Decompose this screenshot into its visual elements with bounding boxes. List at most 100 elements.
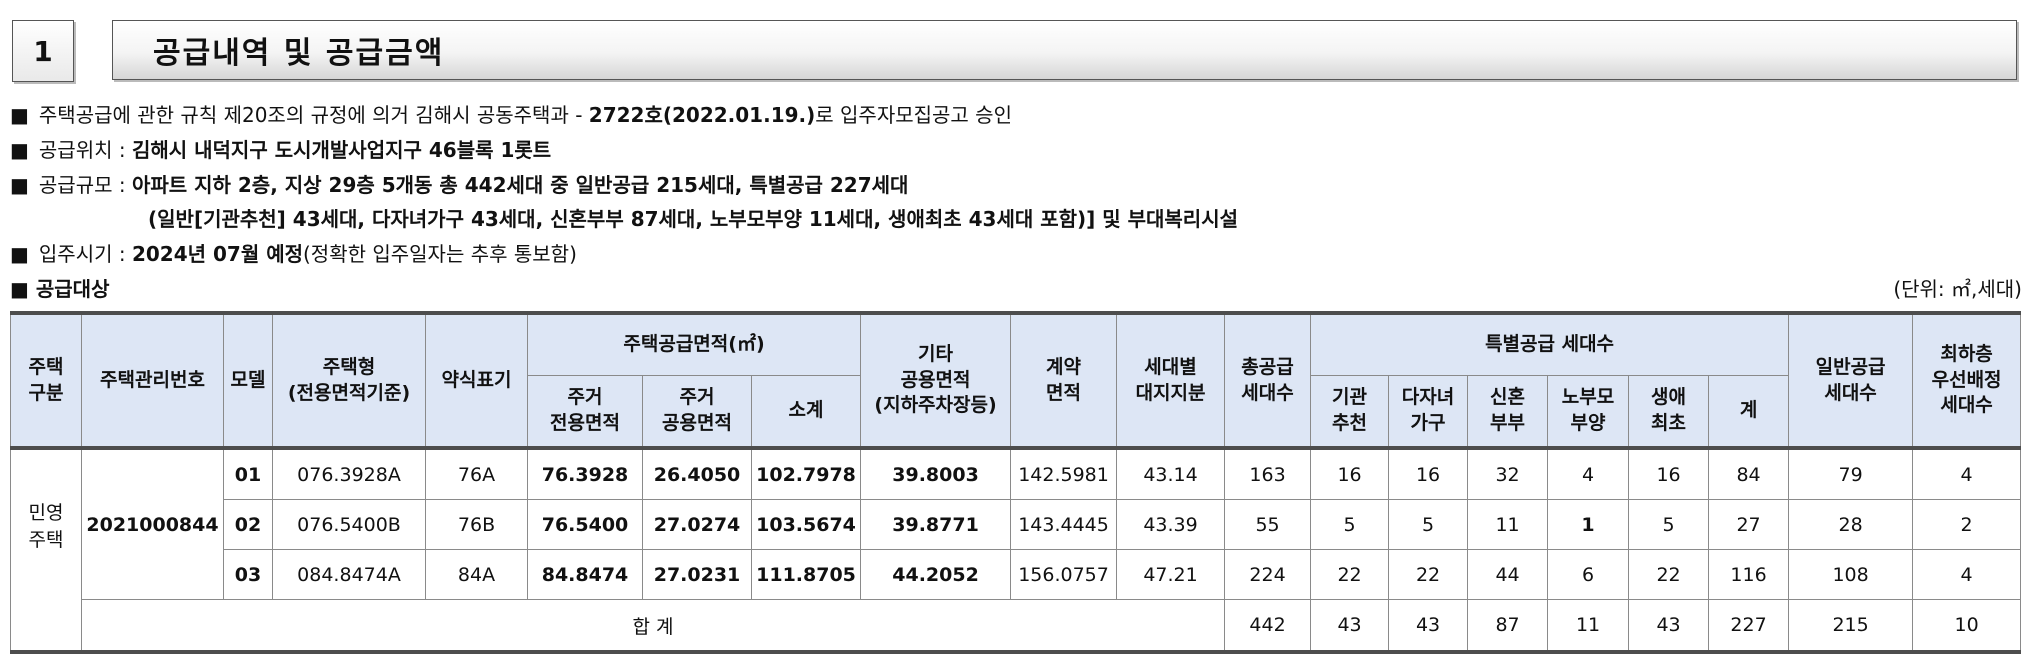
approval-suffix: 로 입주자모집공고 승인 bbox=[815, 103, 1012, 127]
general-cell: 108 bbox=[1788, 549, 1914, 600]
location-value: 김해시 내덕지구 도시개발사업지구 46블록 1롯트 bbox=[131, 138, 552, 162]
other-cell: 39.8003 bbox=[860, 447, 1012, 500]
section-header: 1 공급내역 및 공급금액 bbox=[12, 20, 2020, 82]
newlywed-cell: 32 bbox=[1467, 447, 1549, 500]
section-title: 공급내역 및 공급금액 bbox=[112, 20, 2017, 80]
excl-cell: 76.5400 bbox=[527, 499, 643, 550]
total-label: 합 계 bbox=[80, 599, 1226, 654]
total-newlywed-cell: 87 bbox=[1467, 599, 1549, 654]
col-header-area-group: 주택공급면적(㎡) bbox=[526, 311, 862, 376]
total-lowest-cell: 10 bbox=[1912, 599, 2022, 654]
col-header-land: 세대별 대지지분 bbox=[1116, 311, 1226, 450]
col-header-special-group: 특별공급 세대수 bbox=[1310, 311, 1790, 376]
contract-cell: 143.4445 bbox=[1010, 499, 1118, 550]
special-sum-cell: 84 bbox=[1708, 447, 1790, 500]
total-cell: 163 bbox=[1224, 447, 1312, 500]
scale-label: 공급규모 : bbox=[38, 173, 126, 197]
first-cell: 16 bbox=[1628, 447, 1710, 500]
col-header-excl-area: 주거 전용면적 bbox=[527, 375, 643, 450]
other-cell: 39.8771 bbox=[860, 499, 1012, 550]
header-row-1: 주택 구분 주택관리번호 모델 주택형 (전용면적기준) 약식표기 주택공급면적(㎡… bbox=[10, 311, 2022, 450]
total-elderly-cell: 11 bbox=[1547, 599, 1630, 654]
inst-cell: 5 bbox=[1310, 499, 1390, 550]
inst-cell: 16 bbox=[1310, 447, 1390, 500]
newlywed-cell: 11 bbox=[1467, 499, 1549, 550]
col-header-short: 약식표기 bbox=[425, 311, 528, 450]
land-cell: 43.14 bbox=[1116, 447, 1226, 500]
col-header-model: 모델 bbox=[223, 311, 273, 450]
general-cell: 28 bbox=[1788, 499, 1914, 550]
multi-cell: 22 bbox=[1388, 549, 1469, 600]
unit-label: (단위: ㎡,세대) bbox=[1893, 277, 2022, 301]
col-header-multi: 다자녀 가구 bbox=[1388, 375, 1469, 450]
subtotal-cell: 111.8705 bbox=[750, 549, 862, 600]
land-cell: 43.39 bbox=[1116, 499, 1226, 550]
total-first-cell: 43 bbox=[1628, 599, 1710, 654]
house-type-cell: 076.3928A bbox=[272, 447, 426, 500]
col-header-special-sum: 계 bbox=[1708, 375, 1790, 450]
col-header-mgmt-no: 주택관리번호 bbox=[81, 311, 224, 450]
lowest-cell: 4 bbox=[1912, 447, 2022, 500]
approval-number: 2722호(2022.01.19.) bbox=[588, 103, 816, 127]
subtotal-cell: 103.5674 bbox=[750, 499, 862, 550]
model-cell: 01 bbox=[223, 447, 273, 500]
other-cell: 44.2052 bbox=[860, 549, 1012, 600]
total-multi-cell: 43 bbox=[1388, 599, 1469, 654]
lowest-cell: 4 bbox=[1912, 549, 2022, 600]
total-inst-cell: 43 bbox=[1310, 599, 1390, 654]
model-cell: 02 bbox=[223, 499, 273, 550]
movein-value: 2024년 07월 예정 bbox=[131, 242, 303, 266]
first-cell: 5 bbox=[1628, 499, 1710, 550]
total-special-sum-cell: 227 bbox=[1708, 599, 1790, 654]
col-header-general: 일반공급 세대수 bbox=[1788, 311, 1914, 450]
col-header-newlywed: 신혼 부부 bbox=[1467, 375, 1549, 450]
excl-cell: 76.3928 bbox=[527, 447, 643, 500]
col-header-type: 주택 구분 bbox=[10, 311, 82, 450]
total-cell: 224 bbox=[1224, 549, 1312, 600]
elderly-cell: 1 bbox=[1547, 499, 1630, 550]
approval-prefix: 주택공급에 관한 규칙 제20조의 규정에 의거 김해시 공동주택과 - bbox=[38, 103, 583, 127]
newlywed-cell: 44 bbox=[1467, 549, 1549, 600]
col-header-total-units: 총공급 세대수 bbox=[1224, 311, 1312, 450]
common-cell: 27.0274 bbox=[642, 499, 752, 550]
table-row: 민영 주택 2021000844 01 076.3928A 76A 76.3928… bbox=[10, 447, 2022, 600]
total-blank-cell bbox=[10, 599, 82, 654]
contract-cell: 142.5981 bbox=[1010, 447, 1118, 500]
land-cell: 47.21 bbox=[1116, 549, 1226, 600]
multi-cell: 16 bbox=[1388, 447, 1469, 500]
col-header-other-common: 기타 공용면적 (지하주차장등) bbox=[860, 311, 1012, 450]
section-number: 1 bbox=[12, 20, 74, 82]
col-header-first: 생애 최초 bbox=[1628, 375, 1710, 450]
movein-label: 입주시기 : bbox=[38, 242, 126, 266]
table-row: 03 084.8474A 84A 84.8474 27.0231 111.870… bbox=[11, 549, 2022, 600]
scale-detail: (일반[기관추천] 43세대, 다자녀가구 43세대, 신혼부부 87세대, 노… bbox=[148, 207, 1239, 231]
notice-scale: ■ 공급규모 : 아파트 지하 2층, 지상 29층 5개동 총 442세대 중 … bbox=[10, 170, 908, 200]
multi-cell: 5 bbox=[1388, 499, 1469, 550]
bullet-square-icon: ■ bbox=[10, 173, 29, 197]
total-total-cell: 442 bbox=[1224, 599, 1312, 654]
target-label: ■ 공급대상 bbox=[10, 277, 110, 301]
subtotal-cell: 102.7978 bbox=[750, 447, 862, 500]
notice-location: ■ 공급위치 : 김해시 내덕지구 도시개발사업지구 46블록 1롯트 bbox=[10, 135, 551, 165]
mgmt-no-cell: 2021000844 bbox=[81, 447, 224, 600]
bullet-square-icon: ■ bbox=[10, 138, 29, 162]
short-cell: 76A bbox=[425, 447, 528, 500]
col-header-house-type: 주택형 (전용면적기준) bbox=[272, 311, 426, 450]
col-header-elderly: 노부모 부양 bbox=[1547, 375, 1630, 450]
col-header-contract: 계약 면적 bbox=[1010, 311, 1118, 450]
lowest-cell: 2 bbox=[1912, 499, 2022, 550]
excl-cell: 84.8474 bbox=[527, 549, 643, 600]
elderly-cell: 6 bbox=[1547, 549, 1630, 600]
special-sum-cell: 116 bbox=[1708, 549, 1790, 600]
bullet-square-icon: ■ bbox=[10, 242, 29, 266]
col-header-subtotal: 소계 bbox=[750, 375, 862, 450]
supply-table: 주택 구분 주택관리번호 모델 주택형 (전용면적기준) 약식표기 주택공급면적(㎡… bbox=[10, 311, 2022, 654]
notice-approval: ■ 주택공급에 관한 규칙 제20조의 규정에 의거 김해시 공동주택과 - 27… bbox=[10, 100, 1012, 130]
bullet-square-icon: ■ bbox=[10, 103, 29, 127]
elderly-cell: 4 bbox=[1547, 447, 1630, 500]
col-header-inst: 기관 추천 bbox=[1310, 375, 1390, 450]
notice-movein: ■ 입주시기 : 2024년 07월 예정(정확한 입주일자는 추후 통보함) bbox=[10, 239, 577, 269]
common-cell: 26.4050 bbox=[642, 447, 752, 500]
target-row: ■ 공급대상 (단위: ㎡,세대) bbox=[10, 274, 2022, 304]
inst-cell: 22 bbox=[1310, 549, 1390, 600]
